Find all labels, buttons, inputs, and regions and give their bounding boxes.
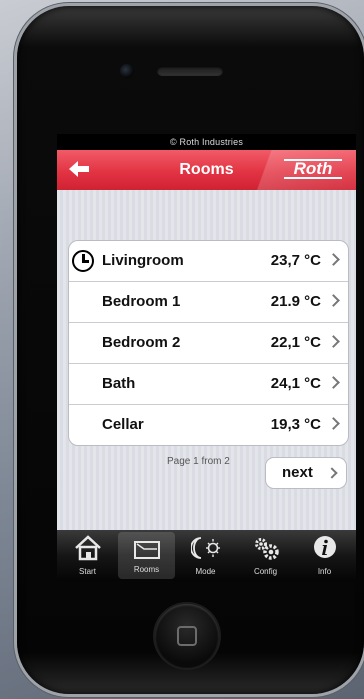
room-row-cellar[interactable]: Cellar 19,3 °C (69, 405, 348, 445)
tab-config[interactable]: Config (237, 530, 294, 581)
chevron-right-icon (327, 253, 340, 266)
moon-sun-icon (191, 537, 220, 559)
chevron-right-icon (327, 376, 340, 389)
gears-icon (255, 538, 279, 560)
next-button-label: next (282, 464, 313, 481)
content-area: Livingroom 23,7 °C Bedroom 1 21.9 °C Bed… (57, 190, 356, 530)
room-icon (134, 541, 160, 559)
house-icon (75, 535, 101, 561)
room-name: Cellar (102, 416, 144, 433)
room-temperature: 19,3 °C (270, 416, 321, 433)
phone-frame: © Roth Industries Rooms Roth Livingroom … (17, 6, 364, 694)
tab-mode[interactable]: Mode (177, 530, 234, 581)
chevron-right-icon (326, 467, 338, 479)
chevron-right-icon (327, 294, 340, 307)
tab-start[interactable]: Start (59, 530, 116, 581)
clock-icon (72, 250, 94, 272)
page-indicator: Page 1 from 2 (167, 456, 230, 467)
room-row-bedroom-2[interactable]: Bedroom 2 22,1 °C (69, 323, 348, 364)
speaker-grille (157, 66, 223, 76)
nav-bar: Rooms Roth (57, 150, 356, 190)
room-row-bedroom-1[interactable]: Bedroom 1 21.9 °C (69, 282, 348, 323)
room-temperature: 21.9 °C (270, 293, 321, 310)
tab-info[interactable]: Info (296, 530, 353, 581)
screen: © Roth Industries Rooms Roth Livingroom … (57, 134, 356, 581)
chevron-right-icon (327, 335, 340, 348)
rooms-list: Livingroom 23,7 °C Bedroom 1 21.9 °C Bed… (68, 240, 349, 446)
room-row-bath[interactable]: Bath 24,1 °C (69, 364, 348, 405)
room-name: Bath (102, 375, 136, 392)
roth-logo: Roth (284, 159, 342, 179)
room-name: Livingroom (102, 252, 184, 269)
chevron-right-icon (327, 417, 340, 430)
room-temperature: 23,7 °C (270, 252, 321, 269)
home-button[interactable] (155, 604, 219, 668)
info-icon (314, 536, 336, 558)
room-name: Bedroom 1 (102, 293, 181, 310)
room-row-livingroom[interactable]: Livingroom 23,7 °C (69, 241, 348, 282)
tab-rooms[interactable]: Rooms (118, 532, 175, 579)
room-name: Bedroom 2 (102, 334, 181, 351)
room-temperature: 24,1 °C (270, 375, 321, 392)
status-bar: © Roth Industries (57, 134, 356, 150)
camera-icon (120, 64, 134, 78)
tab-bar: Start Rooms Mode Config Info (57, 530, 356, 581)
room-temperature: 22,1 °C (270, 334, 321, 351)
home-square-icon (177, 626, 197, 646)
next-button[interactable]: next (265, 457, 347, 489)
